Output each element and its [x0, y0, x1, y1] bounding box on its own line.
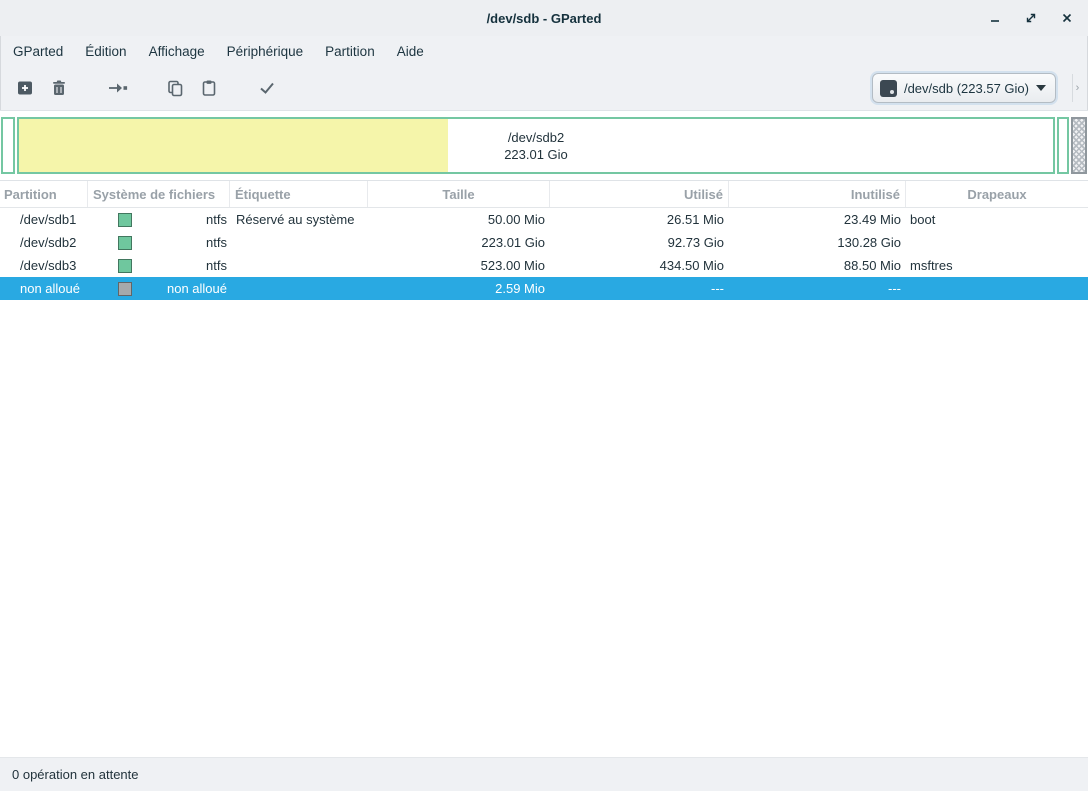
table-row-sdb1[interactable]: /dev/sdb1 ntfs Réservé au système 50.00 …: [0, 208, 1088, 231]
cell-flags: msftres: [906, 254, 1088, 277]
menu-partition[interactable]: Partition: [314, 40, 386, 63]
column-header-flags[interactable]: Drapeaux: [906, 181, 1088, 207]
apply-operations-button[interactable]: [250, 72, 284, 104]
pending-operations-text: 0 opération en attente: [12, 767, 139, 782]
resize-move-icon: [106, 78, 128, 98]
cell-size: 523.00 Mio: [368, 254, 550, 277]
column-header-unused[interactable]: Inutilisé: [729, 181, 906, 207]
segment-size: 223.01 Gio: [504, 146, 568, 163]
filesystem-name: non alloué: [138, 281, 227, 296]
cell-used: 26.51 Mio: [550, 208, 729, 231]
checkmark-icon: [257, 78, 277, 98]
partition-table-header: Partition Système de fichiers Étiquette …: [0, 181, 1088, 208]
new-partition-button[interactable]: [8, 72, 42, 104]
new-partition-icon: [15, 78, 35, 98]
segment-label: /dev/sdb2: [508, 129, 564, 146]
column-header-used[interactable]: Utilisé: [550, 181, 729, 207]
menu-device[interactable]: Périphérique: [216, 40, 315, 63]
menubar: GParted Édition Affichage Périphérique P…: [0, 36, 1088, 66]
paste-button[interactable]: [192, 72, 226, 104]
resize-move-button[interactable]: [100, 72, 134, 104]
cell-unused: ---: [729, 277, 906, 300]
titlebar: /dev/sdb - GParted: [0, 0, 1088, 36]
cell-used: 92.73 Gio: [550, 231, 729, 254]
cell-partition: /dev/sdb3: [0, 254, 88, 277]
cell-size: 50.00 Mio: [368, 208, 550, 231]
hard-drive-icon: [880, 80, 897, 97]
cell-label: [230, 231, 368, 254]
cell-label: Réservé au système: [230, 208, 368, 231]
cell-flags: [906, 231, 1088, 254]
cell-partition: /dev/sdb1: [0, 208, 88, 231]
partition-table: /dev/sdb1 ntfs Réservé au système 50.00 …: [0, 208, 1088, 757]
cell-filesystem: ntfs: [88, 208, 230, 231]
cell-partition: non alloué: [0, 277, 88, 300]
column-header-partition[interactable]: Partition: [0, 181, 88, 207]
column-header-label[interactable]: Étiquette: [230, 181, 368, 207]
disk-segment-sdb2[interactable]: /dev/sdb2 223.01 Gio: [17, 117, 1055, 174]
disk-segment-sdb1[interactable]: [1, 117, 15, 174]
column-header-size[interactable]: Taille: [368, 181, 550, 207]
filesystem-color-swatch: [118, 282, 132, 296]
cell-flags: boot: [906, 208, 1088, 231]
menu-help[interactable]: Aide: [386, 40, 435, 63]
cell-filesystem: non alloué: [88, 277, 230, 300]
paste-icon: [199, 78, 219, 98]
window-controls: [982, 0, 1080, 36]
toolbar: /dev/sdb (223.57 Gio) ›: [0, 66, 1088, 110]
disk-segment-unallocated[interactable]: [1071, 117, 1087, 174]
toolbar-overflow-handle[interactable]: ›: [1072, 74, 1082, 102]
copy-icon: [165, 78, 185, 98]
table-row-sdb2[interactable]: /dev/sdb2 ntfs 223.01 Gio 92.73 Gio 130.…: [0, 231, 1088, 254]
menu-edit[interactable]: Édition: [74, 40, 137, 63]
table-row-unallocated[interactable]: non alloué non alloué 2.59 Mio --- ---: [0, 277, 1088, 300]
cell-unused: 88.50 Mio: [729, 254, 906, 277]
cell-used: ---: [550, 277, 729, 300]
device-selector-value: /dev/sdb (223.57 Gio): [904, 81, 1029, 96]
menu-gparted[interactable]: GParted: [2, 40, 74, 63]
minimize-button[interactable]: [982, 5, 1008, 31]
filesystem-color-swatch: [118, 236, 132, 250]
column-header-filesystem[interactable]: Système de fichiers: [88, 181, 230, 207]
disk-visual-canvas: /dev/sdb2 223.01 Gio: [0, 110, 1088, 181]
used-space-fill: [19, 119, 448, 172]
filesystem-color-swatch: [118, 259, 132, 273]
cell-size: 2.59 Mio: [368, 277, 550, 300]
filesystem-color-swatch: [118, 213, 132, 227]
cell-size: 223.01 Gio: [368, 231, 550, 254]
filesystem-name: ntfs: [138, 258, 227, 273]
cell-used: 434.50 Mio: [550, 254, 729, 277]
gparted-window: /dev/sdb - GParted GParted Édition Affic…: [0, 0, 1088, 791]
cell-filesystem: ntfs: [88, 231, 230, 254]
table-row-sdb3[interactable]: /dev/sdb3 ntfs 523.00 Mio 434.50 Mio 88.…: [0, 254, 1088, 277]
copy-button[interactable]: [158, 72, 192, 104]
disk-segment-sdb3[interactable]: [1057, 117, 1069, 174]
cell-flags: [906, 277, 1088, 300]
device-selector[interactable]: /dev/sdb (223.57 Gio): [872, 73, 1056, 103]
filesystem-name: ntfs: [138, 235, 227, 250]
delete-partition-button[interactable]: [42, 72, 76, 104]
close-button[interactable]: [1054, 5, 1080, 31]
menu-view[interactable]: Affichage: [138, 40, 216, 63]
statusbar: 0 opération en attente: [0, 757, 1088, 791]
maximize-button[interactable]: [1018, 5, 1044, 31]
filesystem-name: ntfs: [138, 212, 227, 227]
trash-icon: [49, 78, 69, 98]
cell-partition: /dev/sdb2: [0, 231, 88, 254]
cell-unused: 130.28 Gio: [729, 231, 906, 254]
cell-unused: 23.49 Mio: [729, 208, 906, 231]
chevron-down-icon: [1036, 85, 1046, 91]
window-title: /dev/sdb - GParted: [487, 11, 602, 26]
cell-filesystem: ntfs: [88, 254, 230, 277]
cell-label: [230, 277, 368, 300]
cell-label: [230, 254, 368, 277]
